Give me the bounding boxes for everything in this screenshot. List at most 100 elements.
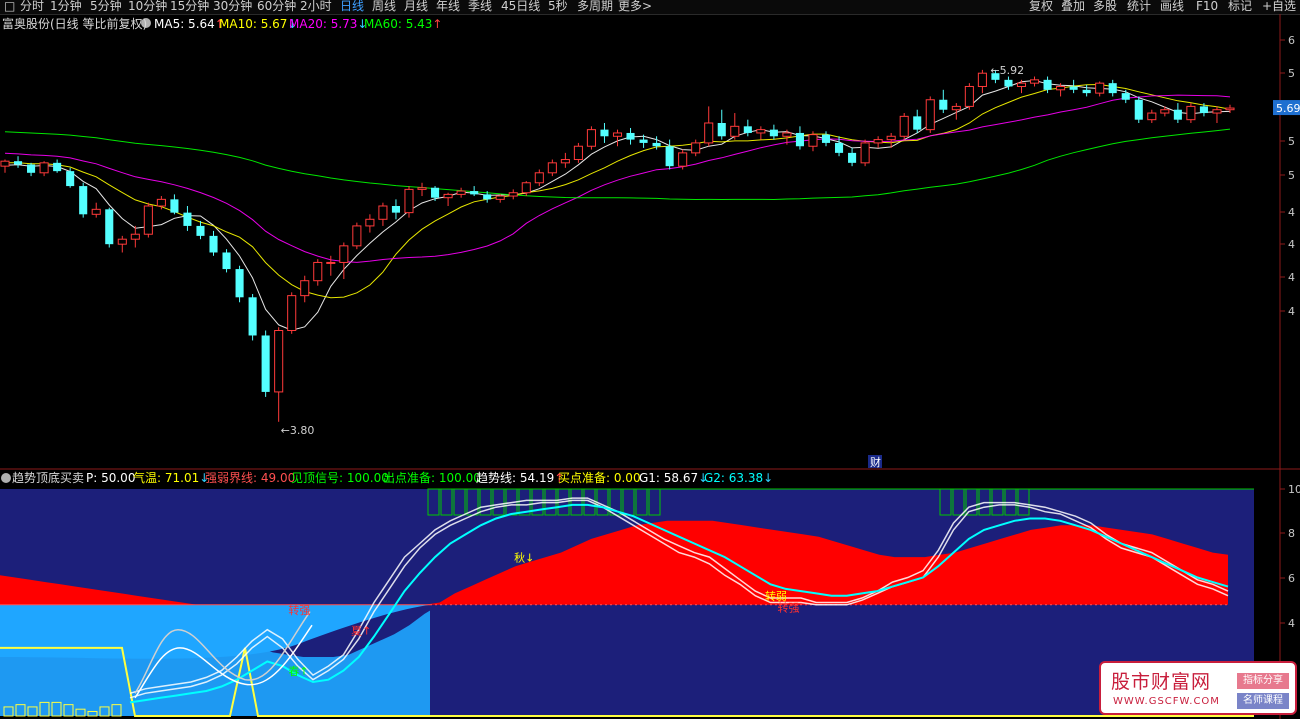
candle-body-up: [1016, 82, 1027, 87]
candle-body-up: [339, 245, 349, 263]
season-label-2: 春↑: [288, 665, 308, 678]
candle-body-up: [612, 132, 623, 137]
candle-body-up: [1225, 107, 1235, 111]
season-label-5: 转强: [777, 601, 799, 615]
candle: [1121, 89, 1130, 104]
candle: [743, 119, 752, 137]
header-title: 趋势顶底买卖: [12, 471, 85, 485]
candle: [795, 126, 804, 150]
candle-body-down: [170, 199, 179, 213]
candle-body-up: [156, 198, 166, 207]
candle-body-up: [730, 125, 740, 137]
candle: [1212, 106, 1222, 123]
season-label-0: 秋↓: [514, 551, 534, 565]
candle-body-up: [508, 192, 518, 197]
candle: [287, 292, 297, 334]
candle: [1108, 79, 1117, 97]
candle: [13, 156, 23, 168]
candle: [1082, 84, 1091, 97]
indicator-value-2: MA20: 5.73↓: [289, 17, 367, 31]
candle-body-up: [0, 160, 10, 167]
watermark: 股市财富网 WWW.GSCFW.COM 指标分享 名师课程: [1099, 661, 1297, 715]
candle: [612, 129, 623, 147]
candle: [1029, 76, 1040, 87]
candle-body-down: [79, 186, 88, 215]
candle-body-up: [365, 218, 375, 227]
candle: [547, 159, 557, 177]
candle-body-up: [977, 72, 987, 87]
candle: [717, 109, 726, 140]
candle-body-up: [274, 330, 284, 393]
candle-body-up: [313, 261, 323, 282]
candle-body-down: [222, 252, 231, 270]
candle-body-up: [886, 135, 896, 141]
candle-body-down: [665, 146, 674, 167]
candle-body-down: [483, 194, 492, 200]
candle-body-down: [183, 212, 192, 226]
candle-body-down: [1043, 79, 1052, 90]
candle-body-up: [873, 139, 883, 144]
indicator-value-1: 气温: 71.01↓: [133, 471, 209, 485]
price-tick-label: 5: [1288, 135, 1295, 148]
candle: [39, 161, 49, 177]
indicator-value-6: 买点准备: 0.00: [558, 471, 641, 485]
candle: [977, 69, 987, 94]
candle-body-up: [456, 190, 466, 195]
candle-body-up: [691, 142, 701, 154]
candle-body-up: [1186, 105, 1196, 121]
candle: [209, 230, 218, 256]
candle-body-down: [769, 129, 778, 137]
price-tick-label: 6: [1288, 34, 1295, 47]
indicator-label: MA60: 5.43: [364, 17, 433, 31]
sub-tick-label: 10: [1288, 483, 1300, 496]
candle-body-up: [586, 129, 596, 147]
candle: [821, 131, 831, 147]
candle-body-up: [1095, 82, 1105, 94]
candle: [873, 136, 883, 148]
candle-body-down: [1121, 93, 1130, 100]
candle-body-up: [404, 188, 414, 214]
candle-body-down: [470, 191, 479, 195]
candle: [170, 194, 179, 215]
candle-body-up: [1212, 109, 1222, 114]
candle: [508, 189, 518, 200]
candle: [300, 275, 310, 303]
indicator-label: 见顶信号: 100.00: [291, 471, 389, 485]
candle: [730, 113, 740, 140]
indicator-value-3: MA60: 5.43↑: [364, 17, 442, 31]
candle: [222, 249, 231, 273]
ma-line-MA5: [4, 79, 1231, 331]
candle-body-up: [782, 132, 792, 137]
indicator-value-4: 出点准备: 100.00: [383, 471, 481, 485]
candle: [183, 206, 192, 231]
candle-body-up: [1160, 109, 1170, 114]
candle-body-up: [899, 115, 909, 137]
candle-body-down: [1108, 83, 1117, 94]
candle: [248, 293, 257, 341]
candle-body-up: [443, 193, 453, 199]
indicator-label: P: 50.00: [86, 471, 136, 485]
candle-body-up: [378, 205, 388, 220]
candle: [586, 126, 596, 150]
indicator-label: 气温: 71.01: [133, 471, 200, 485]
candle-body-down: [53, 162, 62, 172]
candle-body-down: [27, 164, 36, 173]
candle-body-down: [913, 116, 922, 130]
candle: [91, 202, 101, 218]
candle: [443, 192, 453, 206]
high-price-label: ←5.92: [990, 64, 1024, 77]
indicator-value-8: G2: 63.38↓: [704, 471, 773, 485]
indicator-label: 买点准备: 0.00: [558, 471, 641, 485]
candle-body-down: [1004, 79, 1013, 87]
indicator-label: MA10: 5.67: [219, 17, 288, 31]
candle-body-up: [117, 238, 127, 245]
candle: [261, 330, 270, 397]
candle: [391, 199, 400, 220]
candle: [313, 259, 323, 286]
candle: [899, 113, 909, 140]
candle-body-up: [91, 208, 101, 215]
candle: [456, 187, 466, 198]
candle-body-down: [639, 139, 648, 143]
candle-body-down: [743, 126, 752, 133]
ma-line-MA20: [4, 94, 1231, 263]
